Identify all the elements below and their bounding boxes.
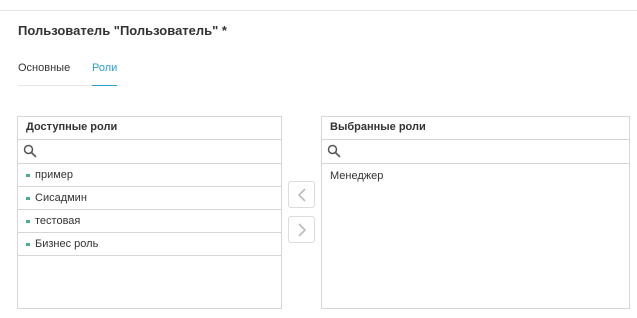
- selected-roles-panel: Выбранные роли Менеджер: [321, 116, 630, 309]
- chevron-left-icon: [297, 187, 306, 202]
- bullet-icon: [26, 219, 30, 223]
- list-item-label: тестовая: [35, 215, 81, 227]
- list-item-label: пример: [35, 169, 74, 181]
- selected-roles-header: Выбранные роли: [322, 117, 629, 140]
- list-item-label: Сисадмин: [35, 192, 87, 204]
- move-right-button[interactable]: [288, 216, 315, 243]
- bullet-icon: [26, 173, 30, 177]
- chevron-right-icon: [297, 222, 306, 237]
- selected-roles-search-input[interactable]: [344, 142, 627, 162]
- bullet-icon: [26, 196, 30, 200]
- available-roles-list: пример Сисадмин тестовая Бизнес роль: [18, 164, 281, 256]
- list-item[interactable]: пример: [18, 164, 281, 187]
- selected-roles-list: Менеджер: [322, 164, 629, 187]
- available-roles-search-input[interactable]: [40, 142, 279, 162]
- list-item-label: Бизнес роль: [35, 238, 99, 250]
- available-roles-panel: Доступные роли пример Сисадмин тестовая: [17, 116, 282, 309]
- available-roles-header: Доступные роли: [18, 117, 281, 140]
- tab-bar: Основные Роли: [18, 58, 117, 86]
- list-item[interactable]: Менеджер: [322, 164, 629, 187]
- list-item-label: Менеджер: [330, 169, 384, 182]
- available-roles-search: [18, 140, 281, 164]
- selected-roles-search: [322, 140, 629, 164]
- user-edit-page: Пользователь "Пользователь" * Основные Р…: [0, 0, 637, 318]
- bullet-icon: [26, 242, 30, 246]
- move-left-button[interactable]: [288, 181, 315, 208]
- top-divider: [0, 10, 637, 11]
- search-icon: [23, 144, 37, 158]
- tab-roles[interactable]: Роли: [92, 58, 117, 86]
- tab-main[interactable]: Основные: [18, 58, 92, 86]
- list-item[interactable]: Сисадмин: [18, 187, 281, 210]
- page-title: Пользователь "Пользователь" *: [18, 23, 227, 38]
- list-item[interactable]: тестовая: [18, 210, 281, 233]
- list-item[interactable]: Бизнес роль: [18, 233, 281, 256]
- search-icon: [327, 144, 341, 158]
